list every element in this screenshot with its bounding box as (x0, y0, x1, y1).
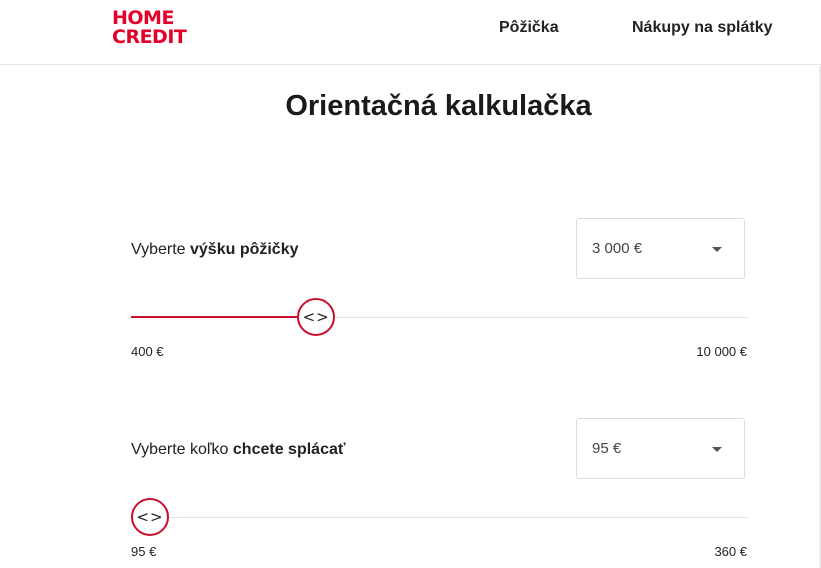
loan-amount-slider-track[interactable] (131, 316, 747, 318)
home-credit-logo[interactable]: HOME CREDIT (112, 9, 187, 48)
repayment-slider-handle[interactable]: <> (131, 498, 169, 536)
repayment-label-bold: chcete splácať (232, 441, 346, 458)
loan-amount-slider-handle[interactable]: <> (297, 298, 336, 336)
loan-amount-min: 400 € (131, 344, 164, 359)
loan-amount-label-prefix: Vyberte (131, 241, 186, 258)
loan-amount-select[interactable]: 3 000 € (576, 218, 745, 279)
site-header: HOME CREDIT Pôžička Nákupy na splátky (0, 0, 821, 65)
nav-item-loan[interactable]: Pôžička (499, 19, 559, 37)
logo-line-2: CREDIT (112, 26, 187, 48)
repayment-select[interactable]: 95 € (576, 418, 745, 479)
repayment-label-prefix: Vyberte koľko (131, 441, 229, 458)
repayment-label: Vyberte koľko chcete splácať (131, 441, 346, 459)
page-title: Orientačná kalkulačka (285, 90, 592, 122)
chevron-left-right-icon: <> (136, 508, 164, 526)
nav-item-installments[interactable]: Nákupy na splátky (632, 19, 773, 37)
repayment-selected-value: 95 € (592, 440, 622, 457)
caret-down-icon (712, 447, 722, 452)
loan-amount-max: 10 000 € (696, 344, 747, 359)
repayment-slider-track[interactable] (131, 517, 747, 518)
loan-amount-label: Vyberte výšku pôžičky (131, 241, 299, 259)
repayment-min: 95 € (131, 544, 157, 559)
chevron-left-right-icon: <> (302, 308, 330, 326)
repayment-max: 360 € (714, 544, 747, 559)
loan-amount-selected-value: 3 000 € (592, 240, 643, 257)
loan-amount-slider-fill (131, 316, 298, 318)
loan-amount-label-bold: výšku pôžičky (190, 241, 299, 258)
caret-down-icon (712, 247, 722, 252)
